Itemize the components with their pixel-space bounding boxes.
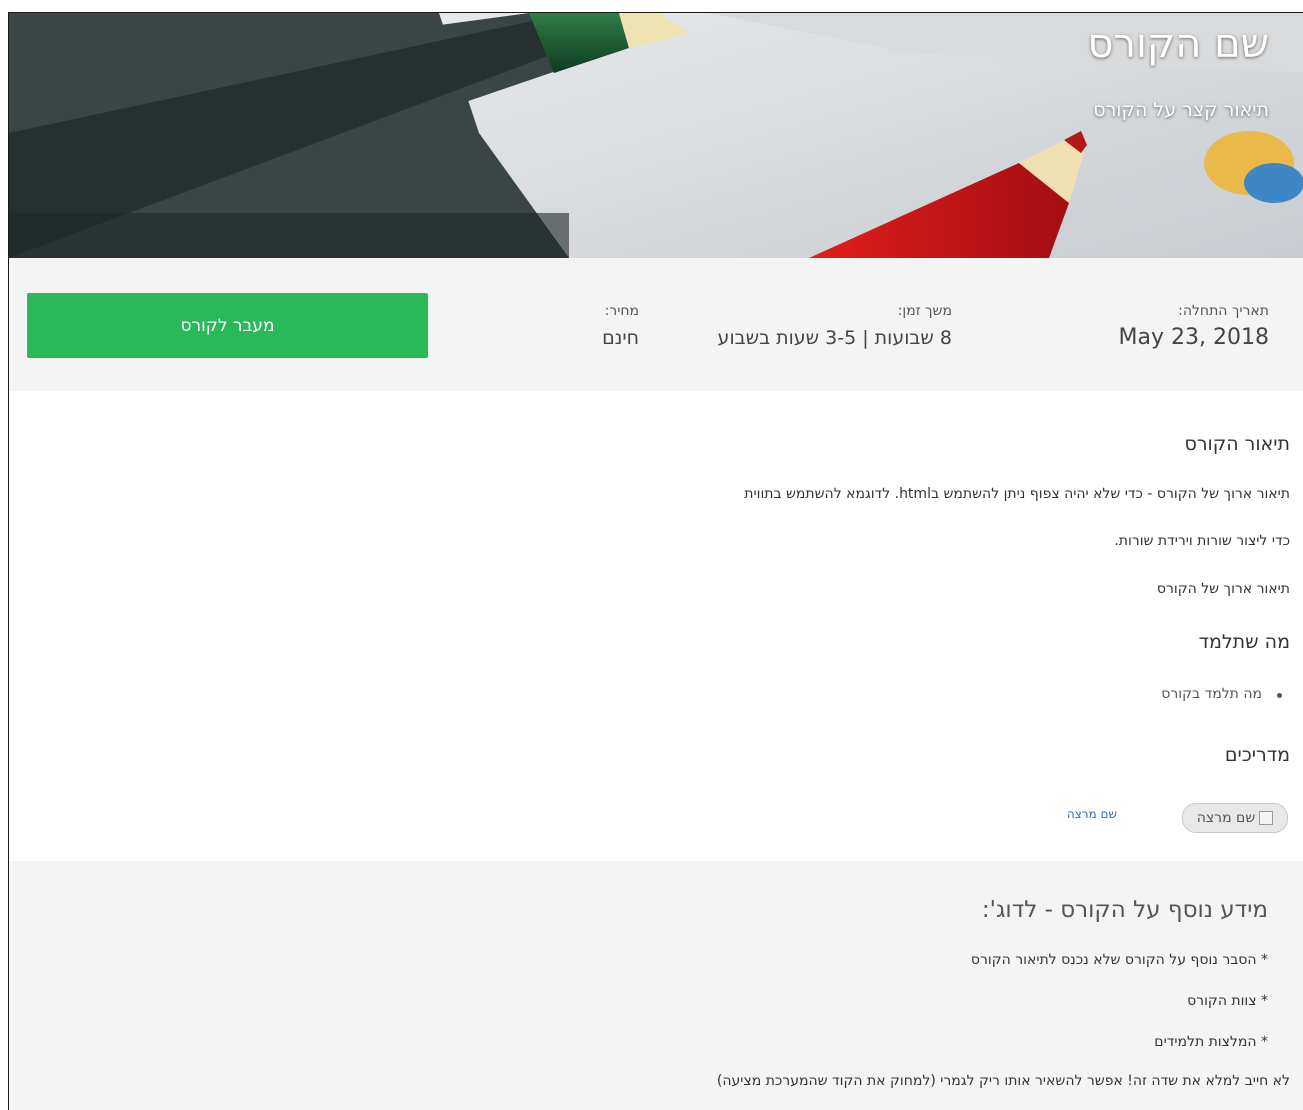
instructors-heading: מדריכים bbox=[1224, 744, 1290, 766]
course-title: שם הקורס bbox=[1087, 21, 1269, 67]
more-info-note: לא חייב למלא את שדה זה! אפשר להשאיר אותו… bbox=[716, 1073, 1290, 1089]
course-page: שם הקורס תיאור קצר על הקורס תאריך התחלה:… bbox=[8, 12, 1303, 1110]
duration-label: משך זמן: bbox=[897, 303, 952, 319]
instructor-avatar-alt: שם מרצה bbox=[1196, 810, 1256, 826]
more-info-section: מידע נוסף על הקורס - לדוג': * הסבר נוסף … bbox=[9, 861, 1303, 1110]
more-info-line: * צוות הקורס bbox=[1187, 993, 1268, 1009]
description-line: תיאור ארוך של הקורס bbox=[1156, 581, 1290, 597]
course-subtitle: תיאור קצר על הקורס bbox=[1093, 99, 1269, 121]
description-heading: תיאור הקורס bbox=[1184, 433, 1290, 455]
hero-banner: שם הקורס תיאור קצר על הקורס bbox=[9, 13, 1303, 258]
course-details: תיאור הקורס תיאור ארוך של הקורס - כדי של… bbox=[9, 391, 1303, 861]
price-label: מחיר: bbox=[604, 303, 639, 319]
description-line: כדי ליצור שורות וירידת שורות. bbox=[1114, 533, 1290, 549]
learn-list-item: מה תלמד בקורס bbox=[1161, 686, 1282, 702]
more-info-heading: מידע נוסף על הקורס - לדוג': bbox=[981, 897, 1268, 923]
more-info-line: * הסבר נוסף על הקורס שלא נכנס לתיאור הקו… bbox=[970, 952, 1268, 968]
learn-heading: מה שתלמד bbox=[1198, 631, 1290, 653]
course-info-bar: תאריך התחלה: May 23, 2018 משך זמן: 8 שבו… bbox=[9, 258, 1303, 391]
start-date-label: תאריך התחלה: bbox=[1178, 303, 1269, 319]
start-date-value: May 23, 2018 bbox=[1118, 325, 1269, 350]
price-value: חינם bbox=[602, 327, 639, 349]
duration-value: 8 שבועות | 3-5 שעות בשבוע bbox=[717, 327, 952, 349]
instructor-name-link[interactable]: שם מרצה bbox=[1067, 807, 1117, 821]
duration: משך זמן: 8 שבועות | 3-5 שעות בשבוע bbox=[718, 302, 952, 352]
instructor-avatar[interactable]: שם מרצה bbox=[1182, 803, 1288, 833]
start-date: תאריך התחלה: May 23, 2018 bbox=[1119, 302, 1269, 352]
price: מחיר: חינם bbox=[602, 302, 639, 352]
description-line: תיאור ארוך של הקורס - כדי שלא יהיה צפוף … bbox=[744, 486, 1290, 502]
go-to-course-button[interactable]: מעבר לקורס bbox=[27, 293, 428, 358]
more-info-line: * המלצות תלמידים bbox=[1154, 1034, 1268, 1050]
broken-image-icon bbox=[1259, 811, 1274, 825]
